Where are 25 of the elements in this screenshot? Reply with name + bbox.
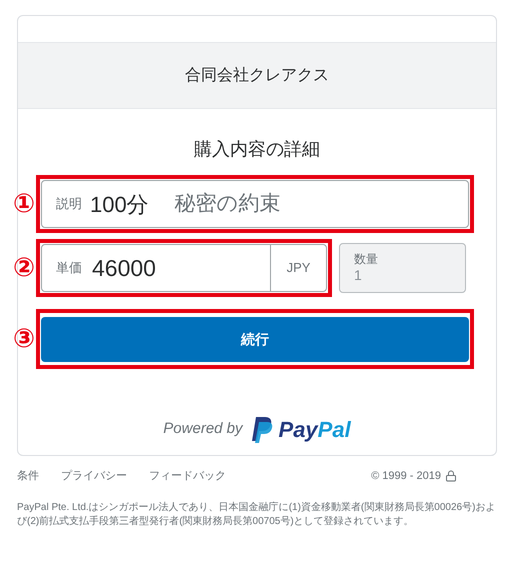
step-number: ① bbox=[13, 191, 35, 217]
footer-link[interactable]: プライバシー bbox=[61, 468, 127, 484]
lock-icon bbox=[445, 470, 457, 482]
description-field[interactable]: 説明 100分 秘密の約束 bbox=[41, 180, 469, 228]
legal-notice: PayPal Pte. Ltd.はシンガポール法人であり、日本国金融庁に(1)資金移動業者(関東財務局長第00026号)および(2)前払式支払手段第三者型発行者(関東財務局長第00705号)として登録されています。 bbox=[17, 500, 496, 528]
field-value: 100分 bbox=[90, 190, 149, 218]
field-value: 46000 bbox=[92, 254, 156, 283]
field-value: 1 bbox=[354, 266, 363, 284]
continue-button[interactable]: 続行 bbox=[41, 317, 469, 362]
section-heading: 購入内容の詳細 bbox=[194, 138, 320, 161]
field-note: 秘密の約束 bbox=[174, 191, 281, 218]
footer-link[interactable]: 条件 bbox=[17, 468, 39, 484]
paypal-logo-icon bbox=[250, 416, 273, 444]
step-number: ③ bbox=[13, 326, 35, 352]
copyright: © 1999 - 2019 bbox=[371, 469, 441, 484]
field-label: 単価 bbox=[56, 259, 82, 278]
field-label: 説明 bbox=[56, 195, 82, 214]
field-label: 数量 bbox=[354, 252, 379, 267]
powered-by-text: Powered by bbox=[163, 419, 243, 440]
price-field[interactable]: 単価 46000 JPY bbox=[41, 244, 327, 292]
paypal-wordmark: PayPal bbox=[278, 416, 351, 444]
currency-code: JPY bbox=[286, 259, 310, 278]
merchant-name: 合同会社クレアクス bbox=[185, 66, 329, 86]
footer-link[interactable]: フィードバック bbox=[149, 468, 226, 484]
step-number: ② bbox=[13, 255, 35, 281]
